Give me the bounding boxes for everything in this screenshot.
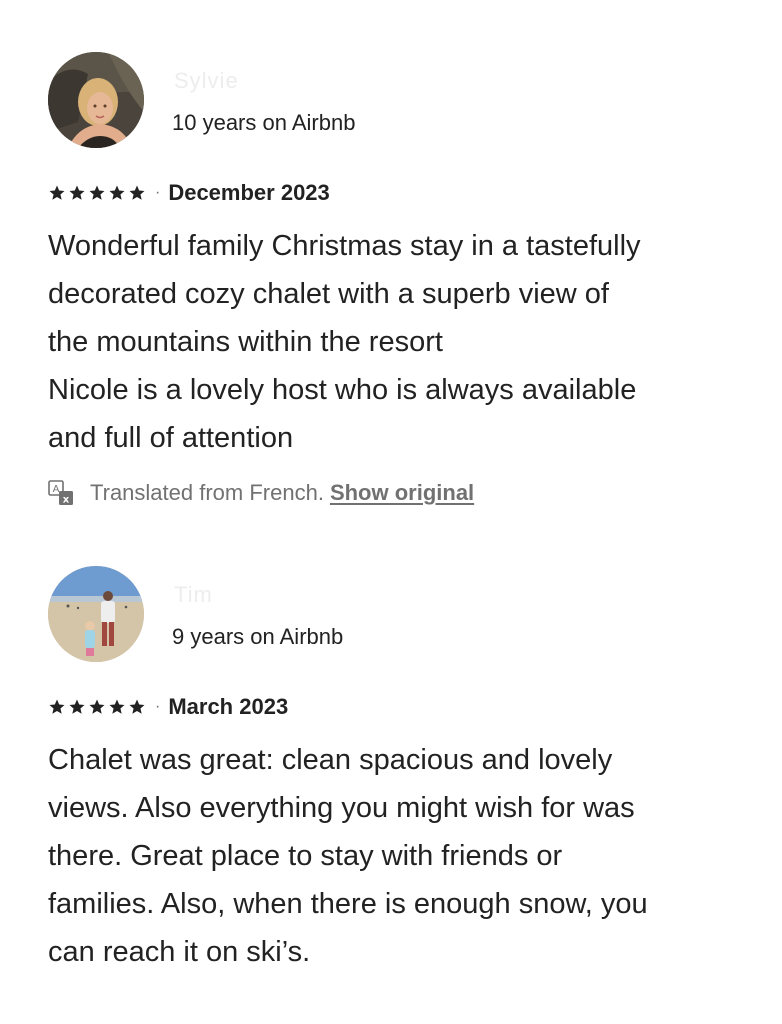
star-icon [49,699,65,714]
separator-dot: · [155,184,161,201]
star-icon [109,185,125,200]
review-date: March 2023 [168,694,289,719]
star-icon [69,185,85,200]
review-text: Chalet was great: clean spacious and lov… [48,736,748,976]
reviewer-name[interactable]: Tim [174,582,213,608]
star-rating [48,184,146,202]
star-icon [89,699,105,714]
star-icon [49,185,65,200]
show-original-link[interactable]: Show original [330,480,474,506]
svg-text:x: x [63,495,70,506]
reviewer-tenure: 10 years on Airbnb [172,110,356,135]
rating-row: · December 2023 [48,178,748,208]
star-icon [109,699,125,714]
review-text-line: families. Also, when there is enough sno… [48,888,648,920]
review-text-line: can reach it on ski’s. [48,936,311,968]
avatar[interactable] [48,566,144,662]
star-icon [129,185,145,200]
star-icon [69,699,85,714]
translation-label: Translated from French. [90,480,324,505]
star-icon [129,699,145,714]
reviewer-name[interactable]: Sylvie [174,68,239,94]
review-text-line: decorated cozy chalet with a superb view… [48,278,609,310]
avatar[interactable] [48,52,144,148]
star-icon [89,185,105,200]
svg-text:A: A [53,484,60,495]
reviewer-header: Sylvie 10 years on Airbnb [48,52,748,148]
review-card: Sylvie 10 years on Airbnb · December 202… [48,52,748,508]
avatar-photo-woman [48,52,144,148]
review-text-line: Chalet was great: clean spacious and lov… [48,744,613,776]
reviewer-tenure: 9 years on Airbnb [172,624,344,649]
star-rating [48,698,146,716]
review-text-line: Nicole is a lovely host who is always av… [48,374,637,406]
review-text-line: the mountains within the resort [48,326,443,358]
avatar-photo-beach [48,566,144,662]
review-card: Tim 9 years on Airbnb · March 2023 Chale… [48,566,748,976]
translate-icon: A x [48,480,73,506]
review-text-line: Wonderful family Christmas stay in a tas… [48,230,641,262]
translation-notice: A x Translated from French. Show origina… [48,478,748,508]
review-text-line: and full of attention [48,422,294,454]
review-date: December 2023 [168,180,330,205]
review-text: Wonderful family Christmas stay in a tas… [48,222,748,462]
reviewer-meta: Sylvie 10 years on Airbnb [172,52,572,148]
reviewer-header: Tim 9 years on Airbnb [48,566,748,662]
review-text-line: there. Great place to stay with friends … [48,840,563,872]
separator-dot: · [155,698,161,715]
review-text-line: views. Also everything you might wish fo… [48,792,635,824]
reviewer-meta: Tim 9 years on Airbnb [172,566,572,662]
rating-row: · March 2023 [48,692,748,722]
